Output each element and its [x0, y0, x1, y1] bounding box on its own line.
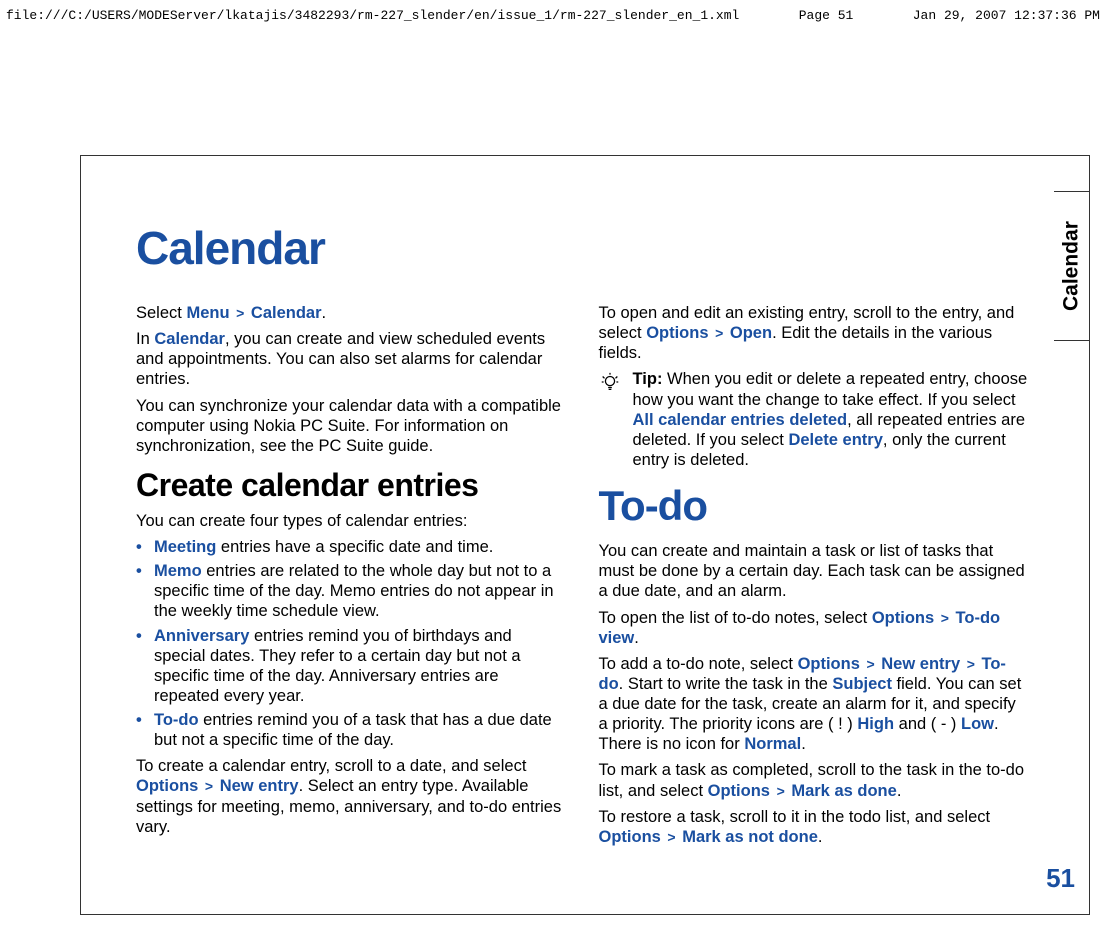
bullet-icon: • [136, 626, 154, 707]
tip-callout: Tip: When you edit or delete a repeated … [599, 369, 1030, 470]
high-label: High [857, 715, 894, 733]
create-lead: You can create four types of calendar en… [136, 511, 567, 531]
breadcrumb-separator: > [864, 656, 876, 672]
breadcrumb-separator: > [775, 783, 787, 799]
breadcrumb-separator: > [939, 610, 951, 626]
all-entries-deleted-label: All calendar entries deleted [633, 411, 848, 429]
intro-select: Select Menu > Calendar. [136, 303, 567, 323]
mark-as-not-done-label: Mark as not done [682, 828, 818, 846]
todo-p4: To mark a task as completed, scroll to t… [599, 760, 1030, 800]
options-label: Options [872, 609, 934, 627]
tip-icon [599, 369, 633, 470]
list-item: • Meeting entries have a specific date a… [136, 537, 567, 557]
list-item: • To-do entries remind you of a task tha… [136, 710, 567, 750]
text-columns: Select Menu > Calendar. In Calendar, you… [136, 303, 1029, 848]
bullet-icon: • [136, 710, 154, 750]
low-label: Low [961, 715, 994, 733]
menu-label: Menu [186, 304, 229, 322]
page-number: 51 [1046, 863, 1075, 894]
meeting-label: Meeting [154, 538, 216, 556]
print-header: file:///C:/USERS/MODEServer/lkatajis/348… [0, 8, 1106, 23]
page-frame: Calendar 51 Calendar Select Menu > Calen… [80, 155, 1090, 915]
list-item: • Anniversary entries remind you of birt… [136, 626, 567, 707]
delete-entry-label: Delete entry [788, 431, 882, 449]
anniversary-label: Anniversary [154, 627, 249, 645]
page-title: Calendar [136, 221, 1029, 275]
section-heading-create: Create calendar entries [136, 466, 567, 505]
timestamp: Jan 29, 2007 12:37:36 PM [913, 8, 1100, 23]
todo-label: To-do [154, 711, 199, 729]
page-content: Calendar Select Menu > Calendar. In Cale… [136, 221, 1029, 848]
todo-p5: To restore a task, scroll to it in the t… [599, 807, 1030, 847]
calendar-label-inline: Calendar [154, 330, 225, 348]
options-label: Options [708, 782, 770, 800]
breadcrumb-separator: > [713, 325, 725, 341]
bullet-icon: • [136, 537, 154, 557]
open-label: Open [730, 324, 772, 342]
todo-p3: To add a to-do note, select Options > Ne… [599, 654, 1030, 755]
breadcrumb-separator: > [665, 829, 677, 845]
page-indicator: Page 51 [799, 8, 854, 23]
open-entry-p: To open and edit an existing entry, scro… [599, 303, 1030, 363]
todo-p1: You can create and maintain a task or li… [599, 541, 1030, 601]
normal-label: Normal [744, 735, 801, 753]
mark-as-done-label: Mark as done [791, 782, 896, 800]
subject-label: Subject [832, 675, 892, 693]
section-heading-todo: To-do [599, 480, 1030, 531]
memo-label: Memo [154, 562, 202, 580]
options-label: Options [599, 828, 661, 846]
create-entry-p: To create a calendar entry, scroll to a … [136, 756, 567, 837]
calendar-label: Calendar [251, 304, 322, 322]
list-item: • Memo entries are related to the whole … [136, 561, 567, 621]
options-label: Options [798, 655, 860, 673]
new-entry-label: New entry [881, 655, 960, 673]
intro-p3: You can synchronize your calendar data w… [136, 396, 567, 456]
bullet-icon: • [136, 561, 154, 621]
tip-label: Tip: [633, 370, 668, 388]
options-label: Options [646, 324, 708, 342]
side-tab: Calendar [1054, 191, 1090, 341]
tip-text: Tip: When you edit or delete a repeated … [633, 369, 1030, 470]
todo-p2: To open the list of to-do notes, select … [599, 608, 1030, 648]
breadcrumb-separator: > [234, 305, 246, 321]
breadcrumb-separator: > [965, 656, 977, 672]
entry-type-list: • Meeting entries have a specific date a… [136, 537, 567, 750]
new-entry-label: New entry [220, 777, 299, 795]
options-label: Options [136, 777, 198, 795]
file-path: file:///C:/USERS/MODEServer/lkatajis/348… [6, 8, 739, 23]
intro-p2: In Calendar, you can create and view sch… [136, 329, 567, 389]
breadcrumb-separator: > [203, 778, 215, 794]
